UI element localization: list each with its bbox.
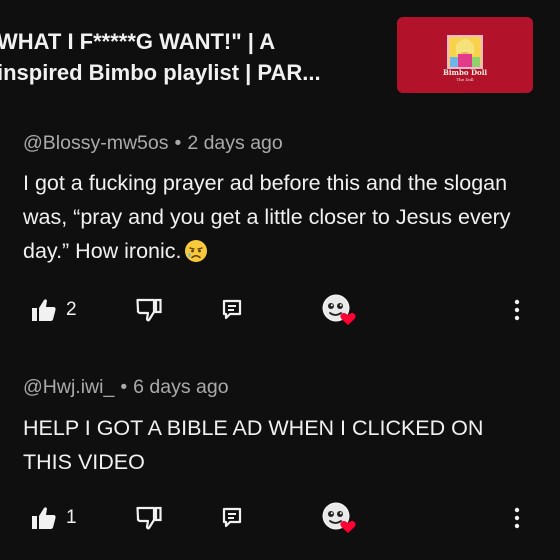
video-thumbnail[interactable]: Bimbo Doll The Doll [397,17,533,93]
more-vert-icon [514,299,520,321]
comment-author[interactable]: @Hwj.iwi_ [23,376,114,398]
thumbnail-caption: Bimbo Doll [442,68,488,77]
like-button[interactable]: 2 [31,292,77,328]
video-title-line-1: WHAT I F*****G WANT!" | A [0,29,276,54]
comment-text: HELP I GOT A BIBLE AD WHEN I CLICKED ON … [23,411,533,479]
reply-icon [222,299,242,320]
comment-text: I got a fucking prayer ad before this an… [23,166,533,268]
video-title[interactable]: WHAT I F*****G WANT!" | A inspired Bimbo … [0,26,382,88]
comment-meta: @Hwj.iwi_ • 6 days ago [23,376,229,399]
comment-body: HELP I GOT A BIBLE AD WHEN I CLICKED ON … [23,416,484,474]
like-count: 1 [66,507,77,528]
dislike-button[interactable] [136,500,162,536]
comment-actions: 2 [0,292,560,328]
creator-heart[interactable] [321,292,357,328]
comment-time: 2 days ago [187,132,283,154]
creator-heart-icon [322,502,356,533]
more-vert-icon [514,507,520,529]
meta-separator: • [174,132,182,154]
thumbs-down-icon [136,298,162,322]
video-header[interactable]: WHAT I F*****G WANT!" | A inspired Bimbo … [0,0,560,118]
like-count: 2 [66,299,77,320]
thumbs-up-icon [32,299,56,321]
thumbs-up-icon [32,507,56,529]
like-button[interactable]: 1 [31,500,77,536]
comment-body: I got a fucking prayer ad before this an… [23,171,511,263]
thumbs-down-icon [136,506,162,530]
crying-face-icon [184,240,207,262]
reply-button[interactable] [222,500,242,536]
creator-heart-icon [322,294,356,325]
video-title-line-2: inspired Bimbo playlist | PAR... [0,60,321,85]
thumbnail-subcaption: The Doll [456,77,474,82]
comment-author[interactable]: @Blossy-mw5os [23,132,169,154]
comment-actions: 1 [0,500,560,536]
creator-heart[interactable] [321,500,357,536]
reply-button[interactable] [222,292,242,328]
comment-item: @Blossy-mw5os • 2 days ago I got a fucking… [0,118,560,338]
reply-icon [222,507,242,528]
comment-time: 6 days ago [133,376,229,398]
more-button[interactable] [513,292,521,328]
comment-item: @Hwj.iwi_ • 6 days ago HELP I GOT A BIBLE … [0,360,560,560]
thumbnail-artwork [447,35,483,69]
more-button[interactable] [513,500,521,536]
dislike-button[interactable] [136,292,162,328]
meta-separator: • [120,376,128,398]
comment-meta: @Blossy-mw5os • 2 days ago [23,132,283,155]
